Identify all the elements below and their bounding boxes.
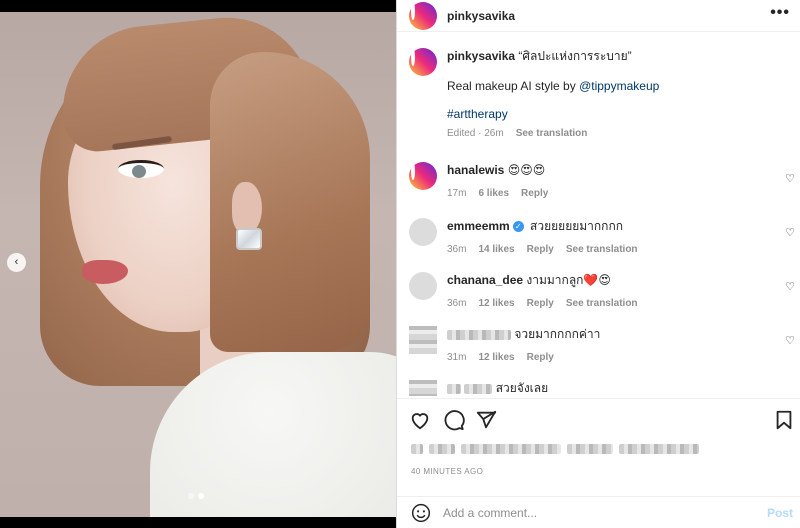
heart-icon[interactable]: ♡	[785, 334, 795, 347]
comment-item: chanana_dee งามมากลูก❤️😍 36m 12 likes Re…	[409, 272, 638, 309]
post-header: pinkysavika •••	[397, 0, 800, 32]
blurred-avatar[interactable]	[409, 380, 437, 396]
comment-username[interactable]: chanana_dee	[447, 273, 523, 287]
reply-button[interactable]: Reply	[527, 244, 554, 255]
blurred-like-avatar	[429, 444, 455, 454]
carousel-indicator	[188, 493, 204, 499]
more-icon[interactable]: •••	[770, 5, 790, 21]
bookmark-icon[interactable]	[773, 409, 795, 431]
blurred-like-avatar	[411, 444, 423, 454]
comment-avatar[interactable]	[409, 218, 437, 246]
comment-time: 17m	[447, 188, 467, 199]
caption-avatar[interactable]	[409, 48, 437, 76]
share-icon[interactable]	[475, 409, 497, 431]
caption-time: Edited · 26m	[447, 128, 504, 139]
comment-text: จวยมากกกกค่าา	[514, 327, 601, 341]
comment-item: จวยมากกกกค่าา 31m 12 likes Reply	[409, 326, 600, 363]
reply-button[interactable]: Reply	[527, 352, 554, 363]
comment-text: งามมากลูก❤️😍	[526, 273, 611, 287]
comment-avatar[interactable]	[409, 162, 437, 190]
author-username[interactable]: pinkysavika	[447, 9, 515, 23]
caption-mention[interactable]: @tippymakeup	[579, 79, 659, 93]
comment-avatar[interactable]	[409, 272, 437, 300]
comment-likes[interactable]: 6 likes	[478, 188, 509, 199]
verified-icon: ✓	[512, 221, 524, 233]
heart-icon[interactable]: ♡	[785, 280, 795, 293]
blurred-likes-text	[567, 444, 613, 454]
action-bar	[397, 398, 800, 438]
see-translation-button[interactable]: See translation	[566, 298, 638, 309]
comment-composer: Post	[397, 496, 800, 528]
photo-eye	[118, 160, 164, 178]
comment-likes[interactable]: 14 likes	[478, 244, 514, 255]
heart-icon[interactable]	[409, 409, 431, 431]
carousel-dot	[188, 493, 194, 499]
post-photo[interactable]	[0, 12, 396, 517]
see-translation-button[interactable]: See translation	[516, 128, 588, 139]
see-translation-button[interactable]: See translation	[566, 244, 638, 255]
caption-hashtag[interactable]: #arttherapy	[447, 107, 508, 121]
blurred-likes-text	[619, 444, 699, 454]
comment-text: สวยจังเลย	[495, 381, 549, 395]
blurred-avatar[interactable]	[409, 326, 437, 354]
comment-username[interactable]: hanalewis	[447, 163, 504, 177]
caption-body: Real makeup AI style by @tippymakeup	[447, 78, 659, 94]
post-sidebar: pinkysavika ••• pinkysavika “ศิลปะแห่งกา…	[396, 0, 800, 528]
emoji-icon[interactable]	[411, 503, 431, 523]
post-comment-button[interactable]: Post	[767, 506, 793, 520]
likes-summary[interactable]	[411, 444, 699, 454]
comment-item: สวยจังเลย	[409, 380, 548, 396]
comment-item: hanalewis 😍😍😍 17m 6 likes Reply	[409, 162, 548, 199]
caption-line: Real makeup AI style by	[447, 79, 576, 93]
caption-title: “ศิลปะแห่งการระบาย”	[518, 49, 632, 63]
heart-icon[interactable]: ♡	[785, 226, 795, 239]
caption-username[interactable]: pinkysavika	[447, 49, 515, 63]
comment-text: 😍😍😍	[507, 163, 546, 177]
comment-input[interactable]	[443, 505, 743, 520]
comment-likes[interactable]: 12 likes	[478, 352, 514, 363]
carousel-dot-active	[198, 493, 204, 499]
comment-likes[interactable]: 12 likes	[478, 298, 514, 309]
heart-icon[interactable]: ♡	[785, 172, 795, 185]
blurred-username	[447, 329, 511, 340]
comment-icon[interactable]	[443, 409, 465, 431]
post-timestamp[interactable]: 40 MINUTES AGO	[411, 467, 483, 476]
comment-time: 36m	[447, 244, 467, 255]
caption: pinkysavika “ศิลปะแห่งการระบาย” Real mak…	[409, 48, 659, 139]
blurred-likes-text	[461, 444, 561, 454]
blurred-username	[464, 383, 493, 394]
author-avatar[interactable]	[409, 1, 437, 30]
comment-text: สวยยยยยมากกกก	[530, 219, 623, 233]
comment-time: 31m	[447, 352, 467, 363]
reply-button[interactable]: Reply	[527, 298, 554, 309]
comments-list[interactable]: pinkysavika “ศิลปะแห่งการระบาย” Real mak…	[397, 40, 800, 396]
reply-button[interactable]: Reply	[521, 188, 548, 199]
photo-ear	[232, 182, 262, 234]
post-media: ‹	[0, 0, 396, 528]
comment-item: emmeemm ✓ สวยยยยยมากกกก 36m 14 likes Repl…	[409, 218, 638, 255]
carousel-prev-button[interactable]: ‹	[7, 253, 26, 272]
photo-earring	[236, 228, 262, 250]
blurred-username	[447, 383, 461, 394]
comment-time: 36m	[447, 298, 467, 309]
comment-username[interactable]: emmeemm	[447, 219, 510, 233]
